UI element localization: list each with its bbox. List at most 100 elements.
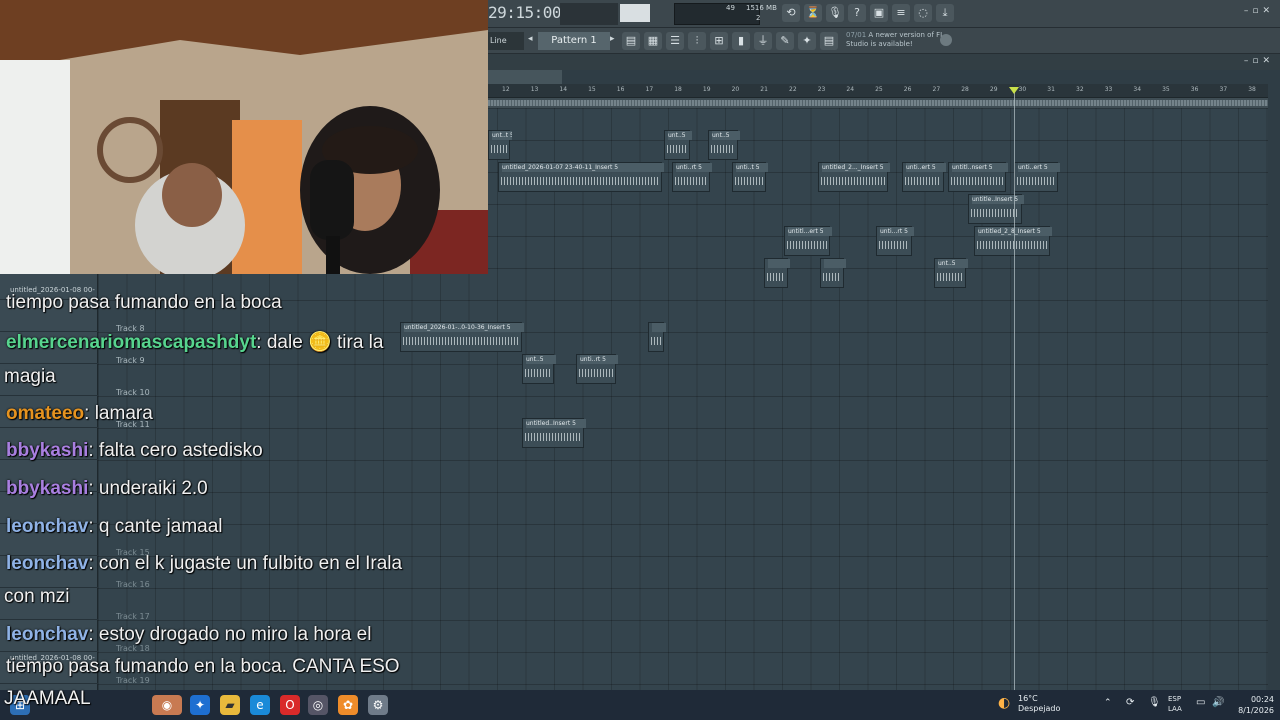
timeline-ruler[interactable]: 12 13 14 15 16 17 18 19 20 21 22 23 24 25 26 27 28 29 30 31… — [488, 84, 1268, 98]
master-volume-slider[interactable] — [560, 3, 618, 25]
metronome-icon[interactable]: ⏳ — [804, 4, 822, 22]
screen: Track 8 Track 9 Track 10 Track 11 Track … — [0, 0, 1280, 720]
system-clock[interactable]: 00:24 8/1/2026 — [1228, 694, 1274, 716]
chat-username: leonchav — [6, 553, 89, 574]
tray-chevron-icon[interactable]: ⌃ — [1104, 698, 1112, 708]
audio-clip[interactable]: unt..5 — [522, 354, 556, 384]
audio-clip[interactable]: unti...rt 5 — [876, 226, 914, 256]
copilot-icon[interactable]: ✦ — [190, 695, 210, 715]
channel-rack-icon[interactable]: ☰ — [666, 32, 684, 50]
clock-date: 8/1/2026 — [1238, 706, 1274, 715]
main-toolbar: 29:15:00 49 1516 MB 2 ⟲ ⏳ 🎙 ? ▣ ≡ ◌ ⤓ –▫… — [488, 0, 1280, 28]
ruler-tick-label: 14 — [559, 86, 568, 93]
mixer-icon[interactable]: ≡ — [892, 4, 910, 22]
audio-clip[interactable]: untitled_2026-01-07 23-40-11_Insert 5 — [498, 162, 664, 192]
audio-clip[interactable]: unt..5 — [664, 130, 692, 160]
horizontal-scrollbar[interactable] — [488, 70, 562, 84]
waveform-overview[interactable] — [488, 98, 1268, 108]
folder-icon[interactable]: ▰ — [220, 695, 240, 715]
ruler-tick-label: 12 — [502, 86, 510, 93]
language-code: ESP — [1168, 695, 1182, 703]
plugin-icon[interactable]: ▮ — [732, 32, 750, 50]
opera-icon[interactable]: O — [280, 695, 300, 715]
chat-overlay: tiempo pasa fumando en la boca elmercena… — [0, 262, 470, 712]
audio-clip[interactable] — [820, 258, 846, 288]
audio-clip[interactable]: unti..t 5 — [732, 162, 768, 192]
chrome-icon[interactable]: ◎ — [308, 695, 328, 715]
song-position-display[interactable]: 29:15:00 — [488, 3, 562, 22]
browser-icon[interactable]: ⊞ — [710, 32, 728, 50]
weather-icon: ◐ — [998, 695, 1011, 711]
playhead-marker-icon[interactable] — [1009, 87, 1019, 94]
audio-clip[interactable]: unti..ert 5 — [1014, 162, 1060, 192]
sync-icon[interactable]: ⟳ — [1126, 697, 1134, 708]
next-pattern-icon[interactable]: ▸ — [610, 34, 615, 44]
settings-icon[interactable]: ⚙ — [368, 695, 388, 715]
weather-widget[interactable]: 16°C Despejado — [1018, 694, 1060, 714]
microphone-icon[interactable]: 🎙 — [826, 4, 844, 22]
news-panel[interactable]: 07/01 A newer version of FL Studio is av… — [846, 31, 946, 49]
chat-message: tiempo pasa fumando en la boca. CANTA ES… — [6, 656, 400, 677]
chat-message: leonchav: estoy drogado no miro la hora … — [6, 624, 372, 645]
audio-clip[interactable]: unt..t 5 — [488, 130, 512, 160]
audio-clip[interactable]: untitl..nsert 5 — [948, 162, 1008, 192]
app-icon[interactable]: ◉ — [152, 695, 182, 715]
secondary-toolbar: Line ◂ Pattern 1 ▸ ▤ ▦ ☰ ⫶ ⊞ ▮ ⏚ ✎ ✦ ▤ 0… — [488, 28, 1280, 54]
piano-roll-icon[interactable]: ▦ — [644, 32, 662, 50]
chat-message: JAAMAAL — [4, 688, 91, 709]
news-icon[interactable]: ▤ — [820, 32, 838, 50]
audio-clip[interactable] — [764, 258, 790, 288]
audio-clip[interactable]: unti..ert 5 — [902, 162, 946, 192]
audio-clip[interactable]: untitl...ert 5 — [784, 226, 832, 256]
playlist-window-controls-icon[interactable]: –▫✕ — [1244, 56, 1274, 66]
mic-tray-icon[interactable]: 🎙 — [1148, 697, 1161, 708]
webcam-feed — [0, 0, 488, 274]
help-icon[interactable]: ? — [848, 4, 866, 22]
tools-icon[interactable]: ✎ — [776, 32, 794, 50]
audio-clip[interactable]: untitled..Insert 5 — [522, 418, 586, 448]
chat-message: magia — [4, 366, 56, 387]
ruler-tick-label: 31 — [1047, 86, 1055, 93]
plug-icon[interactable]: ⏚ — [754, 32, 772, 50]
ruler-tick-label: 22 — [789, 86, 797, 93]
chat-message: leonchav: q cante jamaal — [6, 516, 223, 537]
chat-username: elmercenariomascapashdyt — [6, 332, 257, 353]
ruler-tick-label: 29 — [989, 86, 998, 93]
mixer-window-icon[interactable]: ⫶ — [688, 32, 706, 50]
chat-icon[interactable]: ◌ — [914, 4, 932, 22]
audio-clip[interactable]: unti..rt 5 — [576, 354, 618, 384]
audio-clip[interactable]: unt..5 — [708, 130, 740, 160]
fl-studio-icon[interactable]: ✿ — [338, 695, 358, 715]
info-icon[interactable]: ✦ — [798, 32, 816, 50]
audio-clip[interactable]: untitled_2_8_Insert 5 — [974, 226, 1052, 256]
ruler-tick-label: 33 — [1104, 86, 1113, 93]
pattern-selector[interactable]: Pattern 1 — [538, 32, 610, 50]
update-icon[interactable] — [940, 34, 952, 46]
audio-clip[interactable] — [648, 322, 666, 352]
ruler-tick-label: 30 — [1018, 86, 1027, 93]
audio-clip[interactable]: untitled_2..._Insert 5 — [818, 162, 890, 192]
snap-select[interactable]: Line — [488, 32, 524, 50]
save-icon[interactable]: ▣ — [870, 4, 888, 22]
keyboard-layout: LAA — [1168, 705, 1182, 713]
audio-clip[interactable]: unti..rt 5 — [672, 162, 712, 192]
language-indicator[interactable]: ESP LAA — [1168, 694, 1182, 714]
network-icon[interactable]: ▭ — [1196, 697, 1205, 708]
audio-clip[interactable]: unt..5 — [934, 258, 968, 288]
download-icon[interactable]: ⤓ — [936, 4, 954, 22]
tempo-display[interactable] — [620, 4, 650, 22]
chat-username: leonchav — [6, 624, 89, 645]
window-controls-icon[interactable]: –▫✕ — [1244, 6, 1274, 16]
ruler-tick-label: 16 — [616, 86, 625, 93]
volume-icon[interactable]: 🔊 — [1212, 697, 1224, 708]
taskbar: ⊞ ◉ ✦ ▰ e O ◎ ✿ ⚙ ◐ 16°C Despejado ⌃ ⟳ 🎙… — [0, 690, 1280, 720]
ruler-tick-label: 18 — [674, 86, 682, 93]
ruler-tick-label: 26 — [903, 86, 912, 93]
prev-pattern-icon[interactable]: ◂ — [528, 34, 533, 44]
playlist-title-bar: –▫✕ — [488, 54, 1280, 70]
edge-icon[interactable]: e — [250, 695, 270, 715]
chat-message: leonchav: con el k jugaste un fulbito en… — [6, 553, 403, 574]
loop-icon[interactable]: ⟲ — [782, 4, 800, 22]
playlist-icon[interactable]: ▤ — [622, 32, 640, 50]
ruler-tick-label: 28 — [961, 86, 969, 93]
